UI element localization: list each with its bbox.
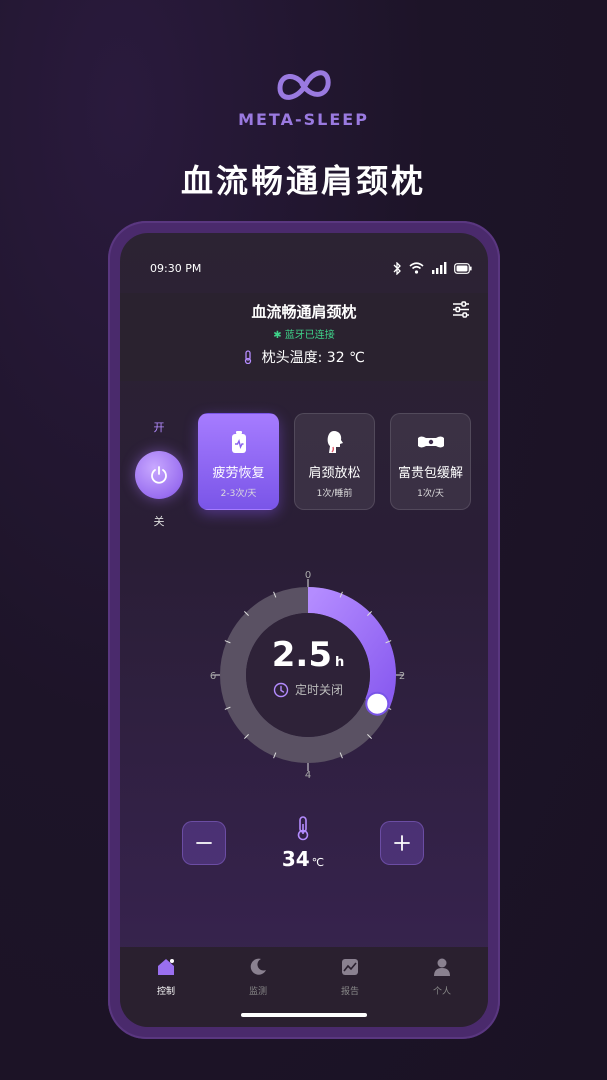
timer-unit: h bbox=[334, 655, 345, 670]
bluetooth-status: ✱ 蓝牙已连接 bbox=[120, 326, 488, 341]
bluetooth-small-icon: ✱ bbox=[273, 330, 282, 341]
battery-pulse-icon bbox=[231, 431, 246, 453]
power-icon bbox=[151, 466, 167, 484]
power-on-label: 开 bbox=[153, 421, 165, 434]
mode-frequency: 2-3次/天 bbox=[220, 489, 257, 499]
brand-name: META-SLEEP bbox=[238, 110, 369, 129]
mode-fatigue-recovery[interactable]: 疲劳恢复 2-3次/天 bbox=[198, 413, 279, 510]
mode-name: 疲劳恢复 bbox=[212, 466, 265, 481]
mode-frequency: 1次/天 bbox=[417, 489, 444, 499]
mode-name: 肩颈放松 bbox=[308, 466, 361, 481]
temperature-value: 34 bbox=[281, 847, 310, 871]
wifi-icon bbox=[409, 262, 424, 274]
clock-icon bbox=[273, 682, 289, 697]
dial-tick-label: 4 bbox=[305, 770, 311, 781]
chart-icon bbox=[342, 959, 358, 975]
temperature-display: 34 ℃ bbox=[253, 815, 353, 871]
timer-dial[interactable]: 0 2 4 6 2.5 h 定时关闭 bbox=[198, 565, 418, 785]
mode-neck-relax[interactable]: 肩颈放松 1次/睡前 bbox=[294, 413, 375, 510]
dial-tick-label: 2 bbox=[399, 671, 405, 682]
timer-label: 定时关闭 bbox=[294, 683, 343, 697]
minus-icon bbox=[196, 842, 212, 844]
home-icon bbox=[158, 959, 174, 975]
power-off-label: 关 bbox=[153, 515, 165, 528]
mode-frequency: 1次/睡前 bbox=[316, 489, 353, 499]
temperature-unit: ℃ bbox=[311, 856, 325, 869]
brand: META-SLEEP bbox=[0, 62, 607, 129]
pillow-icon bbox=[417, 436, 444, 448]
timer-value: 2.5 bbox=[271, 635, 332, 675]
app-screen: 09:30 PM 血流畅通肩颈枕 ✱ 蓝牙已连接 枕头温度: 32 ℃ 开 关 … bbox=[120, 233, 488, 1027]
bluetooth-icon bbox=[393, 261, 401, 275]
signal-icon bbox=[432, 262, 447, 274]
device-header: 血流畅通肩颈枕 ✱ 蓝牙已连接 枕头温度: 32 ℃ bbox=[120, 293, 488, 381]
battery-icon bbox=[454, 262, 472, 274]
temperature-control: 34 ℃ bbox=[182, 816, 424, 871]
moon-icon bbox=[250, 958, 266, 975]
dial-tick-label: 0 bbox=[305, 570, 311, 581]
temperature-decrease-button[interactable] bbox=[182, 821, 226, 865]
mode-name: 富贵包缓解 bbox=[397, 466, 463, 481]
bluetooth-status-text: 蓝牙已连接 bbox=[284, 330, 335, 341]
mode-list: 疲劳恢复 2-3次/天 肩颈放松 1次/睡前 富贵包缓解 1次/天 bbox=[198, 413, 471, 510]
dial-tick-label: 6 bbox=[210, 671, 216, 682]
tab-label: 报告 bbox=[340, 987, 359, 997]
hero-title: 血流畅通肩颈枕 bbox=[180, 162, 426, 200]
plus-icon bbox=[394, 835, 410, 851]
power-button[interactable] bbox=[135, 451, 183, 499]
infinity-logo-icon bbox=[276, 70, 331, 100]
mode-hump-relief[interactable]: 富贵包缓解 1次/天 bbox=[390, 413, 471, 510]
thermometer-icon bbox=[297, 816, 309, 841]
pillow-temperature: 枕头温度: 32 ℃ bbox=[120, 347, 488, 367]
tab-label: 监测 bbox=[248, 987, 267, 997]
settings-sliders-icon[interactable] bbox=[452, 301, 470, 318]
status-time: 09:30 PM bbox=[150, 261, 202, 275]
status-bar: 09:30 PM bbox=[150, 259, 472, 277]
tab-label: 控制 bbox=[156, 987, 175, 997]
head-neck-icon bbox=[327, 431, 343, 453]
home-indicator bbox=[241, 1013, 367, 1017]
device-title: 血流畅通肩颈枕 bbox=[251, 303, 357, 321]
phone-frame: 09:30 PM 血流畅通肩颈枕 ✱ 蓝牙已连接 枕头温度: 32 ℃ 开 关 … bbox=[108, 221, 500, 1039]
user-icon bbox=[434, 958, 450, 976]
tab-bar: 控制 监测 报告 个人 bbox=[120, 947, 488, 1027]
pillow-temperature-text: 枕头温度: 32 ℃ bbox=[261, 350, 365, 366]
tab-control[interactable]: 控制 bbox=[120, 947, 212, 1027]
tab-profile[interactable]: 个人 bbox=[396, 947, 488, 1027]
thermometer-small-icon bbox=[245, 350, 252, 365]
power-control: 开 关 bbox=[134, 419, 184, 529]
dial-center: 2.5 h 定时关闭 bbox=[242, 609, 374, 741]
temperature-increase-button[interactable] bbox=[380, 821, 424, 865]
tab-label: 个人 bbox=[432, 987, 451, 997]
